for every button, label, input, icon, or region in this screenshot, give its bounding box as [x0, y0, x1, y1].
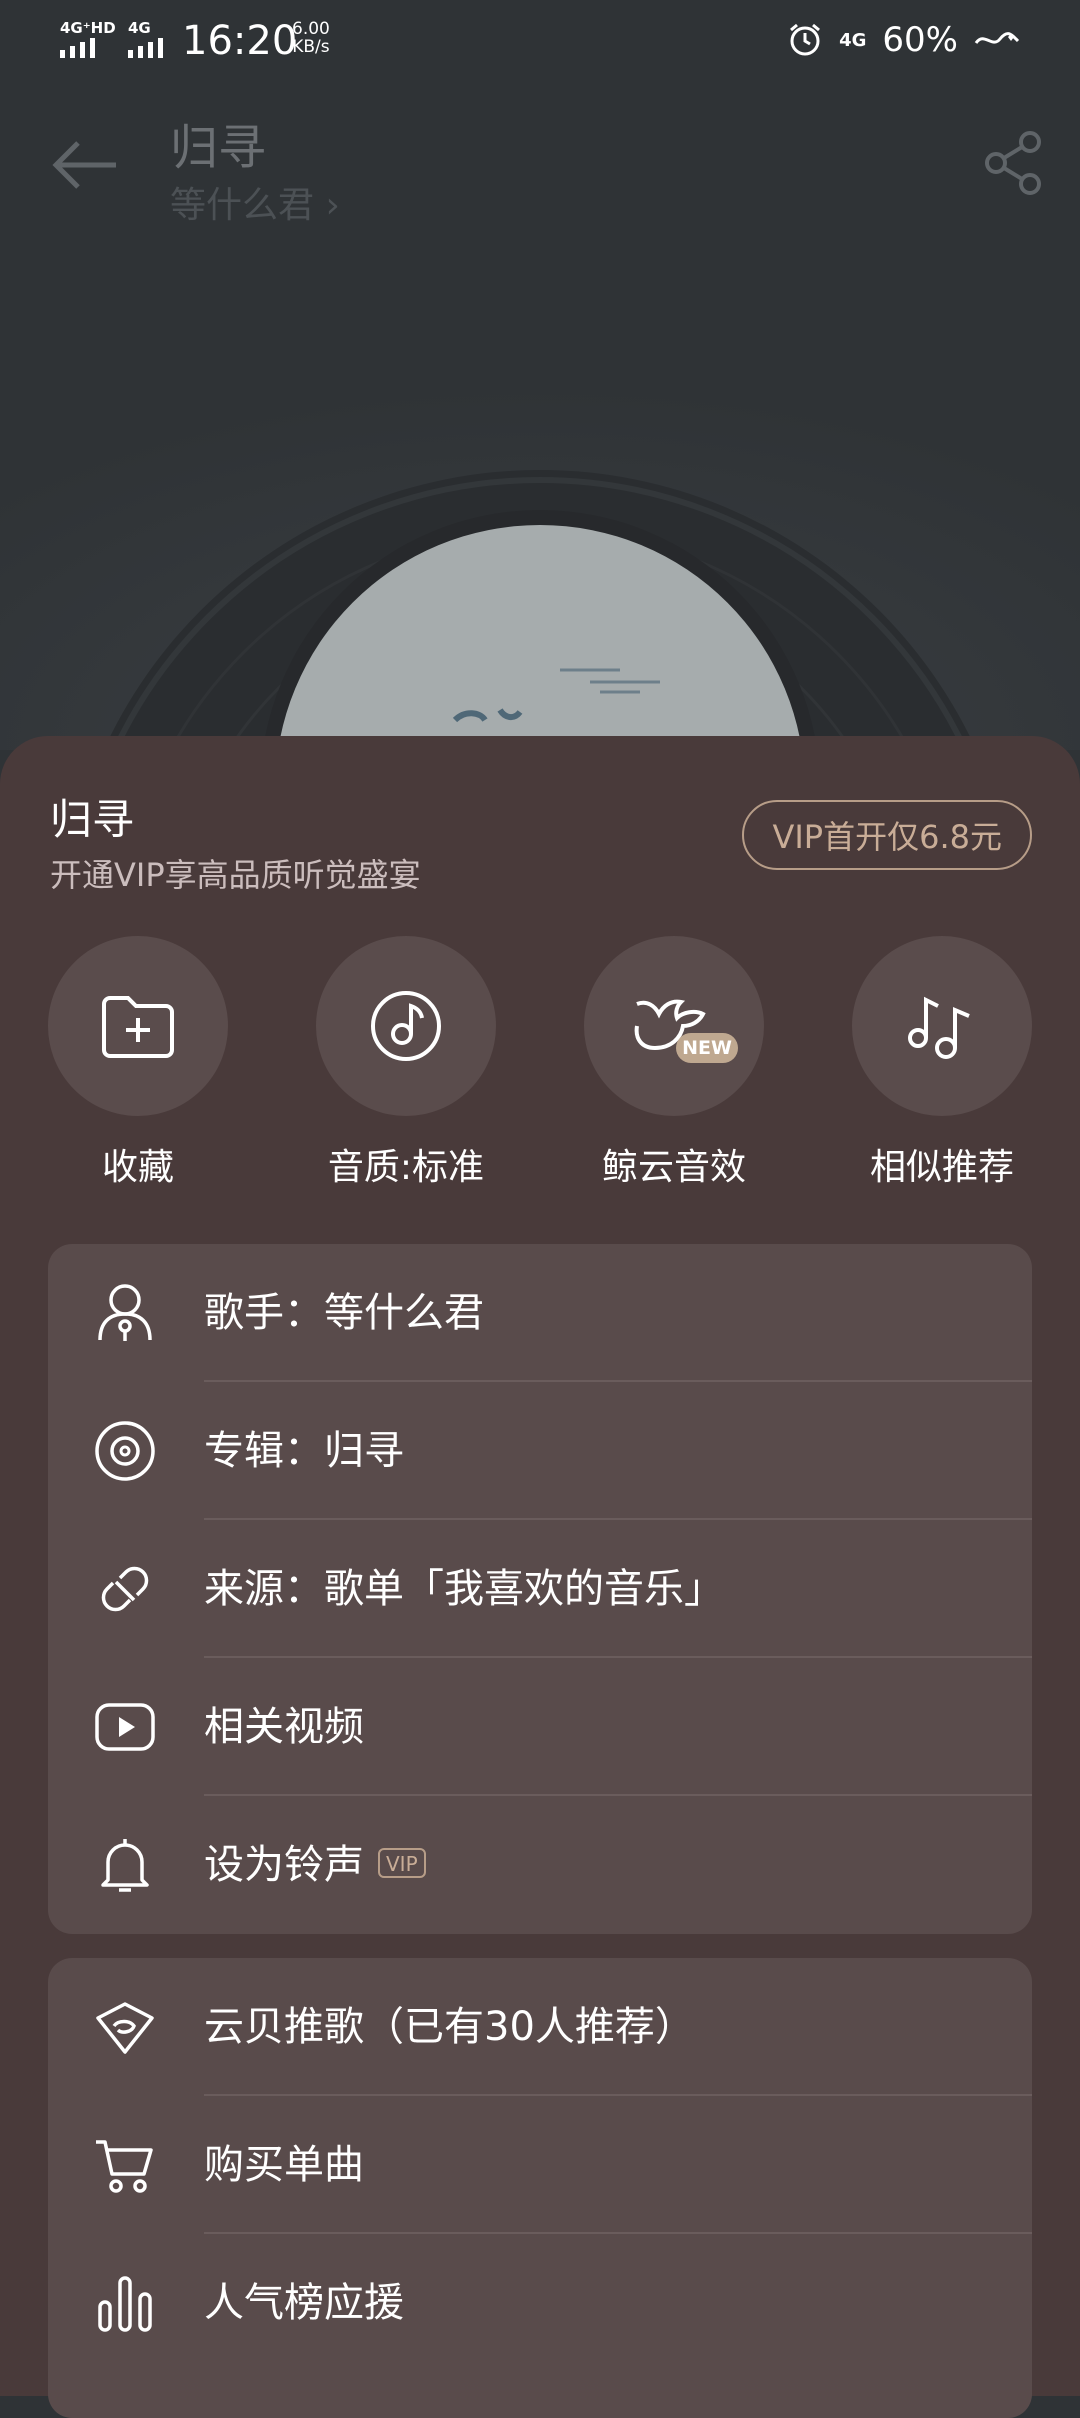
vinyl-disc — [0, 230, 1080, 750]
chart-bars-icon — [98, 2276, 152, 2332]
chart-support-label: 人气榜应援 — [204, 2280, 404, 2326]
sound-effect-button[interactable]: NEW 鲸云音效 — [584, 936, 764, 1190]
list-item-source[interactable]: 来源：歌单「我喜欢的音乐」 — [48, 1520, 1032, 1658]
clock: 16:20 — [182, 18, 298, 64]
cart-icon — [96, 2140, 153, 2193]
sound-effect-label: 鲸云音效 — [601, 1147, 746, 1188]
alarm-icon — [790, 23, 821, 56]
player-header: 归寻 等什么君 › — [0, 100, 1080, 230]
link-icon — [101, 1566, 149, 1612]
status-bar: 4G⁺HD 4G 16:20 6.00 KB/s 4G 60% — [0, 0, 1080, 84]
network-type: 4G — [839, 29, 867, 51]
similar-button[interactable]: 相似推荐 — [852, 936, 1032, 1190]
album-icon — [95, 1421, 155, 1481]
song-title: 归寻 — [170, 120, 267, 176]
collect-circle[interactable] — [48, 936, 228, 1116]
new-badge: NEW — [676, 1033, 738, 1063]
singer-icon — [98, 1284, 152, 1341]
song-extra-card: 云贝推歌（已有30人推荐） 购买单曲 人气榜应援 — [48, 1958, 1032, 2418]
list-item-buy[interactable]: 购买单曲 — [48, 2096, 1032, 2234]
speed-unit: KB/s — [292, 37, 330, 57]
song-info-card: 歌手：等什么君 专辑：归寻 来源：歌单「我喜欢的音乐」 相关视频 设为铃声 VI… — [48, 1244, 1032, 1934]
sheet-title: 归寻 — [50, 795, 135, 844]
vip-offer-button[interactable]: VIP首开仅6.8元 — [742, 800, 1032, 870]
list-item-recommend[interactable]: 云贝推歌（已有30人推荐） — [48, 1958, 1032, 2096]
singer-label: 歌手：等什么君 — [204, 1290, 484, 1336]
music-disc-icon — [371, 991, 441, 1061]
list-item-ringtone[interactable]: 设为铃声 VIP — [48, 1796, 1032, 1934]
sound-effect-circle[interactable]: NEW — [584, 936, 764, 1116]
list-item-singer[interactable]: 歌手：等什么君 — [48, 1244, 1032, 1382]
vip-promo-text: 开通VIP享高品质听觉盛宴 — [50, 856, 421, 894]
video-label: 相关视频 — [204, 1704, 364, 1750]
cloud-coin-icon — [96, 2002, 154, 2054]
quick-actions: 收藏 音质:标准 NEW 鲸云音效 相似推荐 — [0, 936, 1080, 1196]
status-right: 4G 60% — [787, 20, 1020, 60]
ringtone-label: 设为铃声 — [204, 1842, 364, 1888]
quality-label: 音质:标准 — [327, 1147, 485, 1188]
signal-icon — [60, 38, 95, 58]
battery-icon — [974, 32, 1020, 44]
list-item-album[interactable]: 专辑：归寻 — [48, 1382, 1032, 1520]
speed-value: 6.00 — [292, 19, 330, 39]
signal-icon — [128, 38, 163, 58]
similar-circle[interactable] — [852, 936, 1032, 1116]
vip-tag: VIP — [378, 1848, 426, 1878]
quality-circle[interactable] — [316, 936, 496, 1116]
video-icon — [95, 1703, 155, 1751]
recommend-label: 云贝推歌（已有30人推荐） — [204, 2004, 695, 2050]
music-notes-icon — [908, 996, 970, 1059]
back-arrow-icon[interactable] — [46, 130, 126, 200]
ringtone-label-wrap: 设为铃声 VIP — [204, 1796, 426, 1934]
artist-link[interactable]: 等什么君 › — [170, 176, 340, 228]
share-icon[interactable] — [980, 128, 1050, 198]
buy-label: 购买单曲 — [204, 2142, 364, 2188]
bell-icon — [101, 1839, 149, 1892]
quality-button[interactable]: 音质:标准 — [316, 936, 496, 1190]
source-label: 来源：歌单「我喜欢的音乐」 — [204, 1566, 724, 1612]
sim2-label: 4G — [128, 19, 151, 37]
song-options-sheet: 归寻 开通VIP享高品质听觉盛宴 VIP首开仅6.8元 收藏 音质:标准 NEW… — [0, 736, 1080, 2418]
list-item-chart-support[interactable]: 人气榜应援 — [48, 2234, 1032, 2372]
folder-add-icon — [102, 996, 174, 1058]
disc-artwork — [0, 230, 1080, 750]
album-label: 专辑：归寻 — [204, 1428, 404, 1474]
battery-percent: 60% — [882, 20, 958, 60]
network-speed: 6.00 KB/s — [292, 20, 330, 56]
collect-button[interactable]: 收藏 — [48, 936, 228, 1190]
similar-label: 相似推荐 — [869, 1147, 1014, 1188]
sim1-label: 4G⁺HD — [60, 19, 116, 37]
collect-label: 收藏 — [101, 1147, 174, 1188]
list-item-video[interactable]: 相关视频 — [48, 1658, 1032, 1796]
